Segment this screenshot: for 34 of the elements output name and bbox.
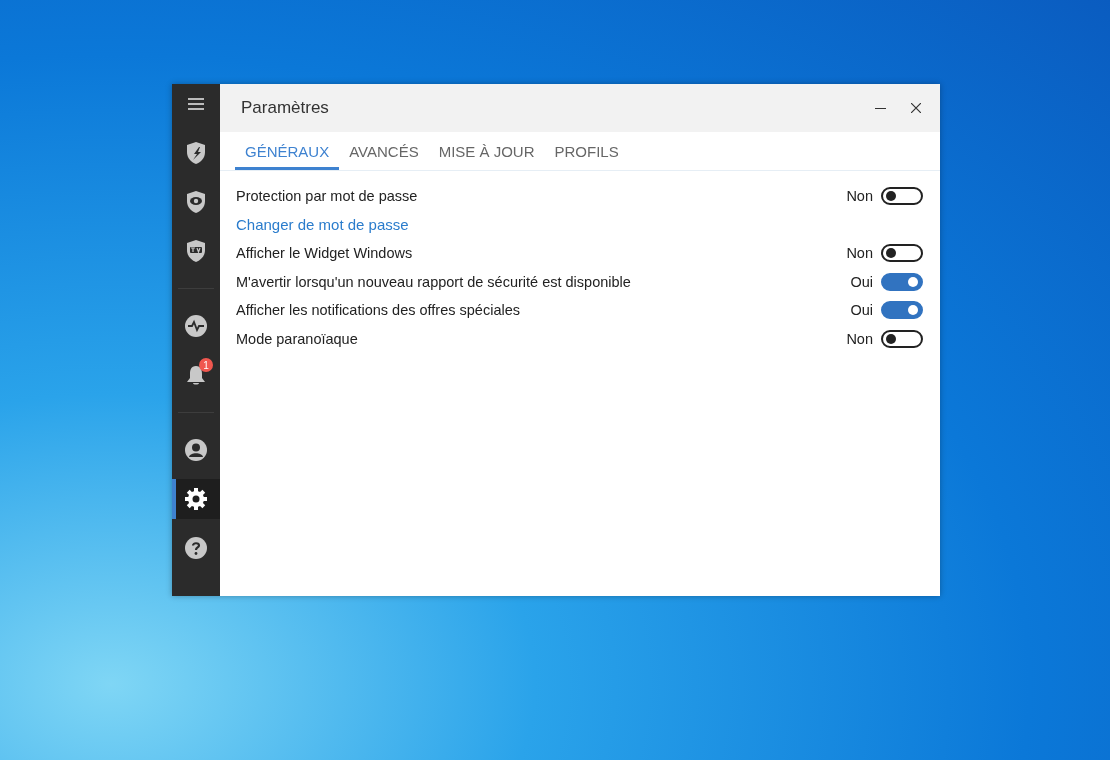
toggle-state-text: Non [846,188,873,205]
minimize-icon [874,107,886,109]
user-icon [185,439,207,461]
toggle-switch[interactable] [881,301,923,320]
setting-label: M'avertir lorsqu'un nouveau rapport de sécurité est disponible [236,273,632,290]
shield-bolt-icon [186,141,206,165]
tab[interactable]: AVANCÉS [339,132,429,170]
toggle-switch[interactable] [881,187,923,206]
toggle-state-text: Oui [850,302,873,319]
toggle-switch[interactable] [881,329,923,348]
settings-icon [185,488,207,510]
toggle-switch[interactable] [881,272,923,291]
setting-label: Afficher les notifications des offres spéciales [236,302,521,319]
tab[interactable]: GÉNÉRAUX [235,132,340,170]
change-password-link[interactable]: Changer de mot de passe [236,216,409,234]
toggle-state-text: Oui [850,273,873,290]
pulse-icon [185,315,207,337]
tab[interactable]: MISE À JOUR [428,132,545,170]
setting-label: Protection par mot de passe [236,188,419,205]
close-icon [911,103,921,113]
setting-label: Afficher le Widget Windows [236,245,414,262]
toggle-state-text: Non [846,245,873,262]
sidebar-item[interactable]: 1 [172,355,220,395]
help-icon [185,537,207,559]
sidebar-item[interactable] [172,479,220,519]
shield-eye-icon [186,190,206,214]
tab[interactable]: PROFILS [544,132,629,170]
shield-tools-icon [186,239,206,263]
menu-icon [188,98,204,110]
toggle-switch[interactable] [881,244,923,263]
window-title: Paramètres [241,98,330,118]
setting-label: Mode paranoïaque [236,330,359,347]
notification-badge: 1 [199,358,213,372]
toggle-state-text: Non [846,330,873,347]
